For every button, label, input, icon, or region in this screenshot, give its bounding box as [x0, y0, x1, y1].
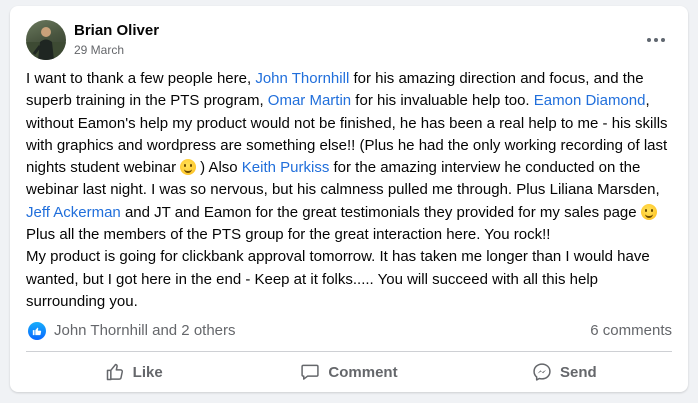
- mention-omar-martin[interactable]: Omar Martin: [268, 92, 351, 109]
- comment-bubble-icon: [301, 364, 320, 380]
- mention-eamon-diamond[interactable]: Eamon Diamond: [534, 92, 646, 109]
- messenger-icon: [533, 363, 551, 381]
- comment-label: Comment: [328, 363, 398, 381]
- smiley-emoji-icon: [640, 203, 657, 220]
- comment-button[interactable]: Comment: [241, 354, 456, 390]
- send-label: Send: [559, 363, 597, 381]
- author-name[interactable]: Brian Oliver: [74, 22, 159, 39]
- send-button[interactable]: Send: [457, 354, 672, 390]
- more-options-icon: [647, 38, 651, 42]
- divider: [26, 351, 672, 352]
- like-reaction-icon[interactable]: [28, 322, 46, 340]
- mention-keith-purkiss[interactable]: Keith Purkiss: [242, 159, 330, 176]
- like-label: Like: [132, 363, 163, 381]
- post-paragraph: My product is going for clickbank approv…: [26, 248, 650, 310]
- comments-count-link[interactable]: 6 comments: [590, 322, 672, 339]
- action-bar: Like Comment Send: [26, 354, 672, 390]
- avatar-photo: [26, 27, 66, 60]
- post-paragraph: Plus all the members of the PTS group fo…: [26, 226, 551, 244]
- mention-jeff-ackerman[interactable]: Jeff Ackerman: [26, 204, 121, 221]
- like-button[interactable]: Like: [26, 354, 241, 390]
- post-card: Brian Oliver 29 March I want to thank a …: [10, 6, 688, 392]
- smiley-emoji-icon: [180, 159, 197, 176]
- more-options-button[interactable]: [638, 28, 674, 52]
- thumbs-up-icon: [106, 363, 123, 381]
- avatar[interactable]: [26, 20, 66, 60]
- post-date[interactable]: 29 March: [74, 43, 124, 57]
- post-text: I want to thank a few people here, John …: [26, 70, 668, 310]
- reaction-stats: John Thornhill and 2 others 6 comments: [26, 320, 672, 342]
- mention-john-thornhill[interactable]: John Thornhill: [255, 70, 349, 87]
- reactors-link[interactable]: John Thornhill and 2 others: [54, 322, 236, 339]
